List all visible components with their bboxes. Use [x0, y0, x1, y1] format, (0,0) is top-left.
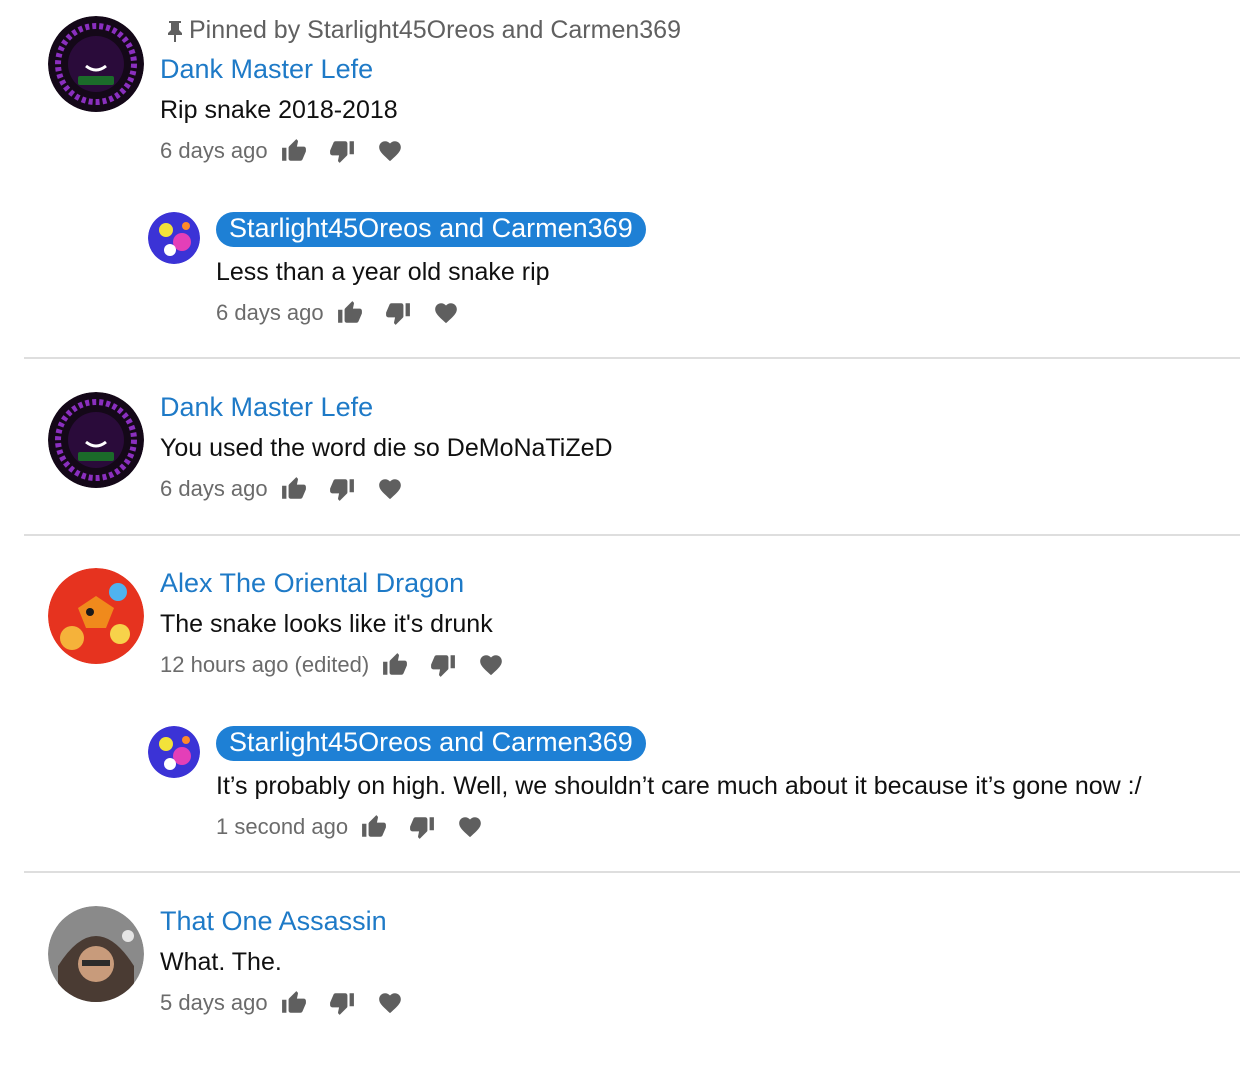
thumbs-down-icon: [329, 138, 355, 164]
comment-actions: 12 hours ago (edited): [160, 650, 525, 680]
reply-author-badge[interactable]: Starlight45Oreos and Carmen369: [216, 726, 646, 761]
heart-button[interactable]: [432, 299, 460, 327]
reply-avatar[interactable]: [148, 726, 200, 778]
heart-icon: [377, 990, 403, 1016]
comment-author[interactable]: Dank Master Lefe: [160, 54, 373, 85]
reply-time: 6 days ago: [216, 300, 324, 325]
thumbs-up-icon: [281, 476, 307, 502]
reply-time: 1 second ago: [216, 814, 349, 839]
reply-author-badge[interactable]: Starlight45Oreos and Carmen369: [216, 212, 646, 247]
comment-text: Rip snake 2018-2018: [160, 96, 398, 124]
heart-icon: [433, 300, 459, 326]
thumbs-down-icon: [329, 990, 355, 1016]
avatar[interactable]: [48, 568, 144, 664]
reply-actions: 1 second ago: [216, 812, 504, 842]
comment-author[interactable]: That One Assassin: [160, 906, 387, 937]
dislike-button[interactable]: [328, 475, 356, 503]
comment-time: 6 days ago: [160, 476, 268, 501]
comment-text: The snake looks like it's drunk: [160, 610, 493, 638]
like-button[interactable]: [280, 989, 308, 1017]
comment-author[interactable]: Dank Master Lefe: [160, 392, 373, 423]
heart-icon: [457, 814, 483, 840]
thumbs-up-icon: [281, 990, 307, 1016]
thumbs-down-icon: [409, 814, 435, 840]
comment-text: What. The.: [160, 948, 282, 976]
pinned-text: Pinned by Starlight45Oreos and Carmen369: [189, 16, 681, 44]
dislike-button[interactable]: [384, 299, 412, 327]
divider: [24, 357, 1240, 359]
thumbs-down-icon: [385, 300, 411, 326]
comment-time: 12 hours ago (edited): [160, 652, 370, 677]
thumbs-up-icon: [382, 652, 408, 678]
avatar[interactable]: [48, 392, 144, 488]
pin-icon: [165, 19, 185, 43]
heart-button[interactable]: [456, 813, 484, 841]
reply-text: Less than a year old snake rip: [216, 258, 550, 286]
heart-button[interactable]: [477, 651, 505, 679]
pinned-label: Pinned by Starlight45Oreos and Carmen369: [165, 16, 681, 45]
comment-actions: 6 days ago: [160, 136, 424, 166]
heart-button[interactable]: [376, 137, 404, 165]
heart-icon: [377, 138, 403, 164]
dislike-button[interactable]: [328, 989, 356, 1017]
thumbs-up-icon: [361, 814, 387, 840]
reply-text: It’s probably on high. Well, we shouldn’…: [216, 772, 1142, 800]
comment-author[interactable]: Alex The Oriental Dragon: [160, 568, 464, 599]
thumbs-up-icon: [281, 138, 307, 164]
thumbs-up-icon: [337, 300, 363, 326]
thumbs-down-icon: [329, 476, 355, 502]
comment-time: 5 days ago: [160, 990, 268, 1015]
heart-button[interactable]: [376, 989, 404, 1017]
thumbs-down-icon: [430, 652, 456, 678]
dislike-button[interactable]: [408, 813, 436, 841]
like-button[interactable]: [280, 137, 308, 165]
comment-time: 6 days ago: [160, 138, 268, 163]
like-button[interactable]: [280, 475, 308, 503]
reply-actions: 6 days ago: [216, 298, 480, 328]
heart-icon: [377, 476, 403, 502]
avatar[interactable]: [48, 16, 144, 112]
reply-avatar[interactable]: [148, 212, 200, 264]
heart-button[interactable]: [376, 475, 404, 503]
dislike-button[interactable]: [328, 137, 356, 165]
comment-actions: 5 days ago: [160, 988, 424, 1018]
avatar[interactable]: [48, 906, 144, 1002]
heart-icon: [478, 652, 504, 678]
like-button[interactable]: [336, 299, 364, 327]
comment-text: You used the word die so DeMoNaTiZeD: [160, 434, 613, 462]
like-button[interactable]: [381, 651, 409, 679]
comment-actions: 6 days ago: [160, 474, 424, 504]
divider: [24, 871, 1240, 873]
like-button[interactable]: [360, 813, 388, 841]
divider: [24, 534, 1240, 536]
dislike-button[interactable]: [429, 651, 457, 679]
